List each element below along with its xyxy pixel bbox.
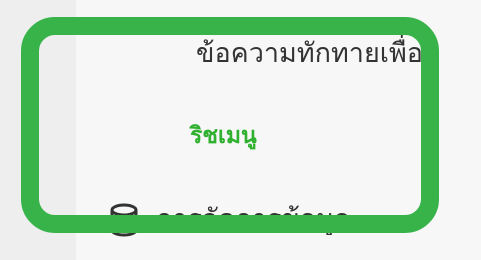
welcome-message-item[interactable]: ข้อความทักทายเพื่อ bbox=[196, 38, 423, 70]
database-icon bbox=[108, 203, 140, 237]
rich-menu-heading[interactable]: ริชเมนู bbox=[190, 123, 257, 151]
menu-item-data-management[interactable]: การจัดการข้อมูล bbox=[108, 203, 350, 237]
left-gutter bbox=[0, 0, 76, 260]
screenshot-page: ข้อความทักทายเพื่อ ริชเมนู การจัดการข้อม… bbox=[0, 0, 481, 260]
menu-item-label: การจัดการข้อมูล bbox=[156, 203, 351, 235]
